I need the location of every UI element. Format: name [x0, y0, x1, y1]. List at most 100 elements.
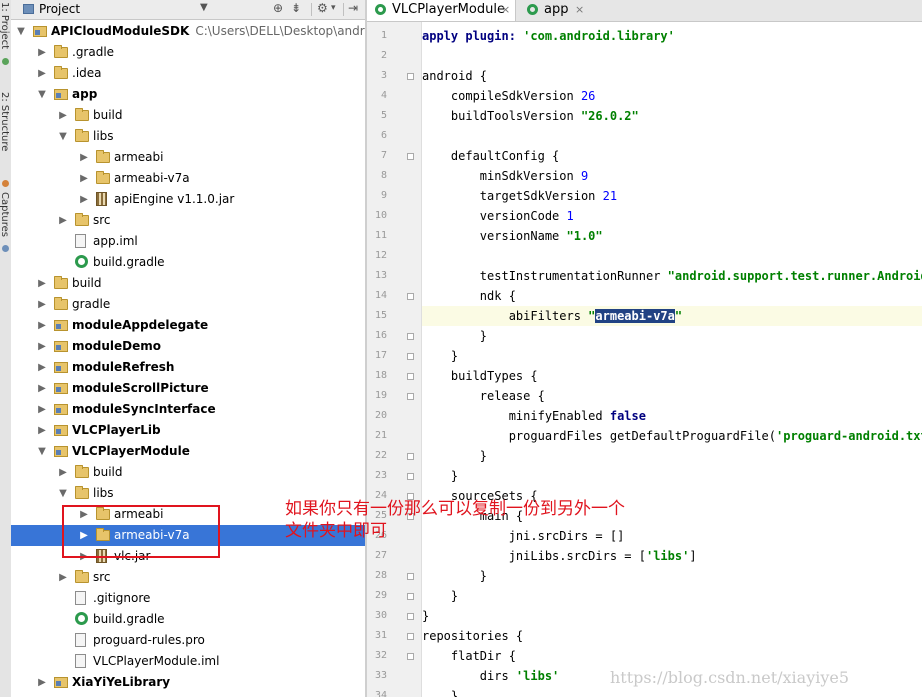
code-line[interactable] — [422, 246, 922, 266]
code-line[interactable]: flatDir { — [422, 646, 922, 666]
captures-tool-tab[interactable]: Captures — [0, 192, 10, 237]
code-line[interactable]: jniLibs.srcDirs = ['libs'] — [422, 546, 922, 566]
code-line[interactable]: } — [422, 446, 922, 466]
tree-item-build[interactable]: ▶ build — [11, 105, 365, 126]
expanded-arrow-icon[interactable]: ▼ — [16, 21, 26, 42]
fold-marker-icon[interactable] — [407, 653, 414, 660]
tree-item-armeabi-v7a[interactable]: ▶ armeabi-v7a — [11, 168, 365, 189]
code-line[interactable]: buildTypes { — [422, 366, 922, 386]
code-line[interactable]: } — [422, 606, 922, 626]
code-line[interactable]: versionName "1.0" — [422, 226, 922, 246]
code-line[interactable]: minSdkVersion 9 — [422, 166, 922, 186]
code-line[interactable]: proguardFiles getDefaultProguardFile('pr… — [422, 426, 922, 446]
settings-dropdown-icon[interactable]: ▾ — [331, 3, 336, 13]
chevron-down-icon[interactable]: ▼ — [200, 2, 208, 13]
code-line[interactable]: ndk { — [422, 286, 922, 306]
tree-item-build[interactable]: ▶ build — [11, 462, 365, 483]
collapsed-arrow-icon[interactable]: ▶ — [37, 336, 47, 357]
collapsed-arrow-icon[interactable]: ▶ — [58, 462, 68, 483]
tree-item-gradle[interactable]: ▶ gradle — [11, 294, 365, 315]
expanded-arrow-icon[interactable]: ▼ — [58, 483, 68, 504]
code-line[interactable]: } — [422, 586, 922, 606]
collapsed-arrow-icon[interactable]: ▶ — [37, 420, 47, 441]
fold-marker-icon[interactable] — [407, 453, 414, 460]
code-line[interactable]: } — [422, 326, 922, 346]
code-line[interactable] — [422, 126, 922, 146]
expanded-arrow-icon[interactable]: ▼ — [58, 126, 68, 147]
tree-item-apicloudmodulesdk[interactable]: ▼ APICloudModuleSDK C:\Users\DELL\Desktop\… — [11, 21, 365, 42]
code-line[interactable]: release { — [422, 386, 922, 406]
tree-item-build-gradle[interactable]: build.gradle — [11, 252, 365, 273]
code-line[interactable]: apply plugin: 'com.android.library' — [422, 26, 922, 46]
tree-item-gitignore[interactable]: .gitignore — [11, 588, 365, 609]
tree-item-armeabi[interactable]: ▶ armeabi — [11, 147, 365, 168]
tree-item-modulescrollpicture[interactable]: ▶ moduleScrollPicture — [11, 378, 365, 399]
fold-marker-icon[interactable] — [407, 393, 414, 400]
close-icon[interactable]: × — [501, 0, 510, 20]
tree-item-moduleappdelegate[interactable]: ▶ moduleAppdelegate — [11, 315, 365, 336]
fold-marker-icon[interactable] — [407, 353, 414, 360]
code-line[interactable]: } — [422, 566, 922, 586]
collapse-all-icon[interactable]: ⇟ — [291, 1, 301, 15]
code-line[interactable]: versionCode 1 — [422, 206, 922, 226]
tree-item-src[interactable]: ▶ src — [11, 210, 365, 231]
hide-panel-icon[interactable]: ⇥ — [348, 1, 358, 15]
tab-vlcplayermodule[interactable]: VLCPlayerModule × — [367, 0, 516, 21]
tree-item-libs[interactable]: ▼ libs — [11, 126, 365, 147]
code-line[interactable] — [422, 46, 922, 66]
gear-icon[interactable]: ⚙ — [317, 1, 328, 15]
tree-item-vlcplayermodule[interactable]: ▼ VLCPlayerModule — [11, 441, 365, 462]
expanded-arrow-icon[interactable]: ▼ — [37, 441, 47, 462]
code-line[interactable]: buildToolsVersion "26.0.2" — [422, 106, 922, 126]
collapsed-arrow-icon[interactable]: ▶ — [37, 63, 47, 84]
collapsed-arrow-icon[interactable]: ▶ — [58, 105, 68, 126]
tree-item-apiengine-v1-1-0-jar[interactable]: ▶ apiEngine v1.1.0.jar — [11, 189, 365, 210]
collapsed-arrow-icon[interactable]: ▶ — [37, 357, 47, 378]
collapsed-arrow-icon[interactable]: ▶ — [37, 378, 47, 399]
tree-item-proguard-rules-pro[interactable]: proguard-rules.pro — [11, 630, 365, 651]
tree-item-moduledemo[interactable]: ▶ moduleDemo — [11, 336, 365, 357]
tree-item-modulesyncinterface[interactable]: ▶ moduleSyncInterface — [11, 399, 365, 420]
code-line[interactable]: testInstrumentationRunner "android.suppo… — [422, 266, 922, 286]
code-line[interactable]: abiFilters "armeabi-v7a" — [422, 306, 922, 326]
collapsed-arrow-icon[interactable]: ▶ — [37, 672, 47, 693]
tree-item-vlcplayerlib[interactable]: ▶ VLCPlayerLib — [11, 420, 365, 441]
fold-marker-icon[interactable] — [407, 373, 414, 380]
tree-item-modulerefresh[interactable]: ▶ moduleRefresh — [11, 357, 365, 378]
code-line[interactable]: minifyEnabled false — [422, 406, 922, 426]
fold-marker-icon[interactable] — [407, 153, 414, 160]
collapsed-arrow-icon[interactable]: ▶ — [37, 399, 47, 420]
fold-marker-icon[interactable] — [407, 593, 414, 600]
tree-item-idea[interactable]: ▶ .idea — [11, 63, 365, 84]
tree-item-build-gradle[interactable]: build.gradle — [11, 609, 365, 630]
code-line[interactable]: defaultConfig { — [422, 146, 922, 166]
collapsed-arrow-icon[interactable]: ▶ — [37, 294, 47, 315]
project-tool-tab[interactable]: 1: Project — [0, 2, 10, 49]
fold-marker-icon[interactable] — [407, 73, 414, 80]
collapsed-arrow-icon[interactable]: ▶ — [37, 273, 47, 294]
tree-item-xiayiyelibrary[interactable]: ▶ XiaYiYeLibrary — [11, 672, 365, 693]
tree-item-app-iml[interactable]: app.iml — [11, 231, 365, 252]
fold-marker-icon[interactable] — [407, 573, 414, 580]
code-line[interactable]: compileSdkVersion 26 — [422, 86, 922, 106]
fold-marker-icon[interactable] — [407, 473, 414, 480]
tree-item-build[interactable]: ▶ build — [11, 273, 365, 294]
collapsed-arrow-icon[interactable]: ▶ — [79, 189, 89, 210]
tree-item-gradle[interactable]: ▶ .gradle — [11, 42, 365, 63]
collapsed-arrow-icon[interactable]: ▶ — [37, 315, 47, 336]
code-line[interactable]: } — [422, 686, 922, 697]
tree-item-src[interactable]: ▶ src — [11, 567, 365, 588]
fold-marker-icon[interactable] — [407, 333, 414, 340]
code-line[interactable]: } — [422, 346, 922, 366]
close-icon[interactable]: × — [575, 0, 584, 20]
expanded-arrow-icon[interactable]: ▼ — [37, 84, 47, 105]
collapsed-arrow-icon[interactable]: ▶ — [58, 210, 68, 231]
structure-tool-tab[interactable]: 2: Structure — [0, 92, 10, 151]
scroll-from-source-icon[interactable]: ⊕ — [273, 1, 283, 15]
project-view-selector[interactable]: Project — [39, 2, 80, 16]
tree-item-app[interactable]: ▼ app — [11, 84, 365, 105]
fold-marker-icon[interactable] — [407, 613, 414, 620]
code-line[interactable]: targetSdkVersion 21 — [422, 186, 922, 206]
fold-marker-icon[interactable] — [407, 293, 414, 300]
code-line[interactable]: repositories { — [422, 626, 922, 646]
